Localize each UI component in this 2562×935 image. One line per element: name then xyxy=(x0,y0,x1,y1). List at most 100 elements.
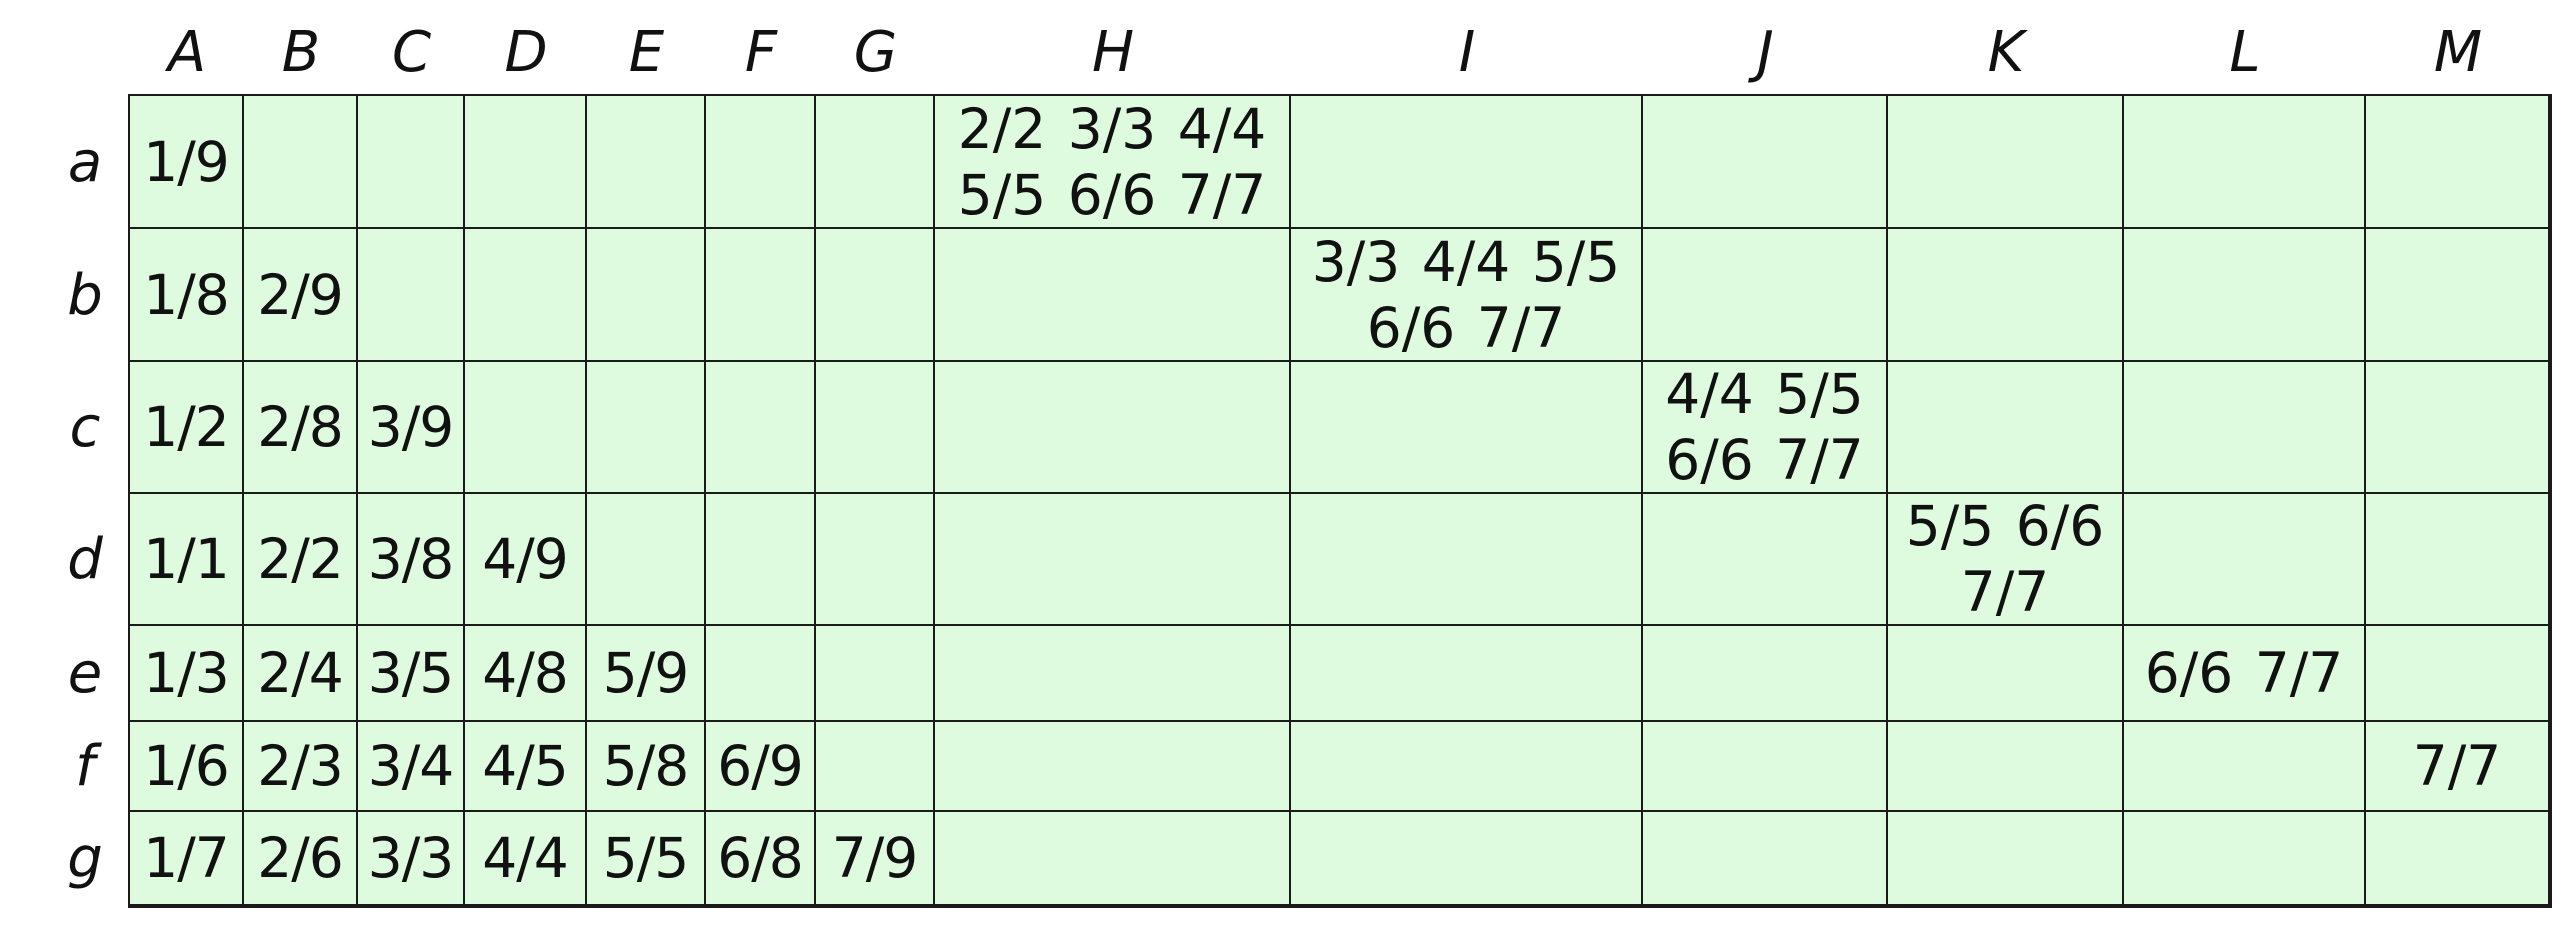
grid-cell-eL: 6/6 7/7 xyxy=(2124,626,2368,724)
row-header-a: a xyxy=(67,129,103,195)
grid-cell-dA: 1/1 xyxy=(130,494,246,628)
grid-cell-gA: 1/7 xyxy=(130,812,246,908)
grid-cell-fC: 3/4 xyxy=(358,722,467,814)
cell-value: 4/4 5/5 6/6 7/7 xyxy=(1665,362,1864,492)
cell-value: 1/1 xyxy=(143,527,230,591)
grid-cell-bG xyxy=(816,229,937,364)
grid-cell-cE xyxy=(587,362,708,496)
column-header-E: E xyxy=(628,20,665,85)
grid-cell-dH xyxy=(935,494,1293,628)
grid-cell-cH xyxy=(935,362,1293,496)
grid-cell-eJ xyxy=(1643,626,1890,724)
grid-cell-gH xyxy=(935,812,1293,908)
grid-cell-cM xyxy=(2366,362,2552,496)
grid-cell-cK xyxy=(1888,362,2126,496)
grid-cell-eA: 1/3 xyxy=(130,626,246,724)
cell-value: 2/6 xyxy=(257,826,344,890)
grid-cell-fA: 1/6 xyxy=(130,722,246,814)
cell-value: 1/8 xyxy=(143,262,230,327)
grid-cell-fH xyxy=(935,722,1293,814)
cell-value: 1/6 xyxy=(143,734,230,798)
cell-value: 1/3 xyxy=(143,641,230,705)
grid-cell-fK xyxy=(1888,722,2126,814)
cell-value: 4/4 xyxy=(482,826,569,890)
cell-value: 5/9 xyxy=(602,641,690,705)
grid-cell-gE: 5/5 xyxy=(587,812,708,908)
grid-cell-dE xyxy=(587,494,708,628)
column-header-B: B xyxy=(281,20,321,85)
grid-cell-gF: 6/8 xyxy=(706,812,818,908)
grid-cell-eM xyxy=(2366,626,2552,724)
cell-value: 4/8 xyxy=(482,641,569,705)
grid-cell-dD: 4/9 xyxy=(465,494,589,628)
grid-cell-dF xyxy=(706,494,818,628)
grid-cell-dB: 2/2 xyxy=(244,494,360,628)
row-header-c: c xyxy=(69,395,101,460)
column-header-H: H xyxy=(1091,20,1135,85)
column-header-I: I xyxy=(1458,20,1476,85)
cell-value: 6/8 xyxy=(717,826,804,890)
grid-cell-bA: 1/8 xyxy=(130,229,246,364)
cell-value: 2/8 xyxy=(257,395,344,459)
grid-cell-bL xyxy=(2124,229,2368,364)
grid-cell-cD xyxy=(465,362,589,496)
cell-value: 5/8 xyxy=(602,734,690,798)
row-header-d: d xyxy=(67,527,103,592)
grid-cell-aG xyxy=(816,96,937,231)
grid-cell-bB: 2/9 xyxy=(244,229,360,364)
cell-value: 5/5 6/6 7/7 xyxy=(1905,494,2105,624)
grid-cell-bF xyxy=(706,229,818,364)
grid-cell-aI xyxy=(1291,96,1645,231)
column-header-D: D xyxy=(504,20,548,85)
cell-value: 1/2 xyxy=(143,395,230,459)
cell-value: 4/9 xyxy=(482,527,569,591)
cell-value: 1/7 xyxy=(143,826,230,890)
grid-cell-aE xyxy=(587,96,708,231)
grid-cell-fI xyxy=(1291,722,1645,814)
grid-cell-dM xyxy=(2366,494,2552,628)
cell-value: 7/9 xyxy=(831,826,919,890)
grid-cell-fG xyxy=(816,722,937,814)
grid-cell-aH: 2/2 3/3 4/4 5/5 6/6 7/7 xyxy=(935,96,1293,231)
cell-value: 2/2 xyxy=(257,527,344,591)
cell-value: 2/9 xyxy=(257,262,344,327)
cell-value: 3/3 xyxy=(367,826,455,890)
grid-cell-eB: 2/4 xyxy=(244,626,360,724)
cell-value: 3/3 4/4 5/5 6/6 7/7 xyxy=(1311,229,1621,360)
grid-cell-bD xyxy=(465,229,589,364)
grid-cell-dI xyxy=(1291,494,1645,628)
grid-cell-gB: 2/6 xyxy=(244,812,360,908)
row-header-f: f xyxy=(75,734,95,799)
cell-value: 4/5 xyxy=(482,734,569,798)
cell-value: 5/5 xyxy=(602,826,690,890)
grid-cell-aB xyxy=(244,96,360,231)
grid-cell-aL xyxy=(2124,96,2368,231)
grid-cell-eK xyxy=(1888,626,2126,724)
grid-cell-gC: 3/3 xyxy=(358,812,467,908)
grid-cell-eG xyxy=(816,626,937,724)
grid-cell-gI xyxy=(1291,812,1645,908)
row-header-g: g xyxy=(67,826,103,891)
grid-cell-bH xyxy=(935,229,1293,364)
grid-cell-gM xyxy=(2366,812,2552,908)
grid-cell-bJ xyxy=(1643,229,1890,364)
column-header-C: C xyxy=(391,20,432,85)
cell-value: 2/3 xyxy=(257,734,344,798)
cell-value: 2/2 3/3 4/4 5/5 6/6 7/7 xyxy=(957,96,1267,227)
grid-cell-cB: 2/8 xyxy=(244,362,360,496)
grid-cell-aF xyxy=(706,96,818,231)
grid-cell-dL xyxy=(2124,494,2368,628)
grid-cell-bI: 3/3 4/4 5/5 6/6 7/7 xyxy=(1291,229,1645,364)
grid-cell-aJ xyxy=(1643,96,1890,231)
grid-cell-gJ xyxy=(1643,812,1890,908)
fraction-grid: A B C D E F G H I J K L Ma b c d e f g 1/9 2/2 3/3 4/4 5/5 6… xyxy=(0,0,2562,935)
grid-cell-bE xyxy=(587,229,708,364)
cell-value: 3/9 xyxy=(367,395,455,459)
grid-cell-aC xyxy=(358,96,467,231)
cell-value: 3/8 xyxy=(367,527,455,591)
grid-cell-gK xyxy=(1888,812,2126,908)
grid-cell-aK xyxy=(1888,96,2126,231)
column-header-M: M xyxy=(2433,20,2483,85)
column-header-G: G xyxy=(853,20,898,85)
cell-value: 6/6 7/7 xyxy=(2144,641,2344,705)
